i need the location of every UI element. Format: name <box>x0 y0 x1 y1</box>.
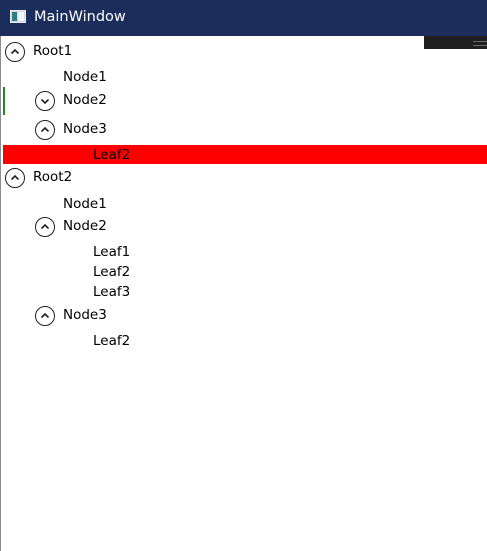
tree-item-label: Node2 <box>63 92 107 108</box>
tree-item-label: Root2 <box>33 169 73 185</box>
collapse-node3-button[interactable] <box>35 306 55 326</box>
window-title: MainWindow <box>34 9 126 25</box>
chevron-down-icon <box>40 98 50 105</box>
tree-item-label: Leaf2 <box>93 333 131 349</box>
tree-item-label: Leaf2 <box>93 147 131 163</box>
title-bar[interactable]: MainWindow <box>0 0 487 36</box>
tree-item-label: Node2 <box>63 218 107 234</box>
tree-item-label: Root1 <box>33 43 73 59</box>
tree-item-label: Leaf2 <box>93 264 131 280</box>
collapse-node3-button[interactable] <box>35 120 55 140</box>
chevron-up-icon <box>40 126 50 133</box>
dark-strip <box>424 36 487 49</box>
tree-item-label: Node3 <box>63 307 107 323</box>
collapse-node2-button[interactable] <box>35 217 55 237</box>
chevron-up-icon <box>40 312 50 319</box>
tree-item-label: Node3 <box>63 121 107 137</box>
focus-indicator <box>3 87 5 115</box>
chevron-up-icon <box>10 48 20 55</box>
tree-item-label: Leaf1 <box>93 244 131 260</box>
expand-node2-button[interactable] <box>35 91 55 111</box>
tree-item-label: Node1 <box>63 196 107 212</box>
collapse-root1-button[interactable] <box>5 42 25 62</box>
tree-item-label: Leaf3 <box>93 284 131 300</box>
window-icon <box>10 10 26 23</box>
collapse-root2-button[interactable] <box>5 168 25 188</box>
selected-row-highlight <box>3 145 487 164</box>
chevron-up-icon <box>40 223 50 230</box>
tree-item-label: Node1 <box>63 69 107 85</box>
tree-view[interactable] <box>0 36 487 551</box>
chevron-up-icon <box>10 174 20 181</box>
